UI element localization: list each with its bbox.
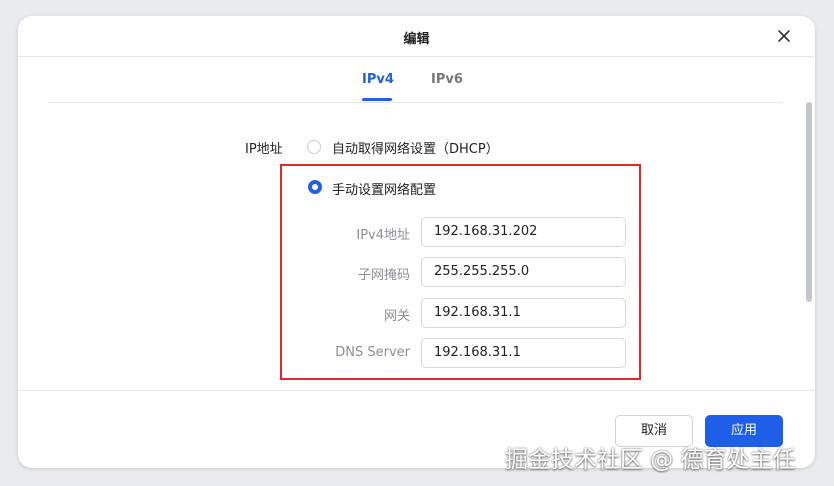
edit-dialog: 编辑 IPv4 IPv6 IP地址 自动取得网络设置（DHCP） 手动设置网络配… — [18, 16, 815, 468]
dialog-title-bar: 编辑 — [18, 16, 815, 57]
dialog-title: 编辑 — [403, 32, 430, 47]
tab-ipv6[interactable]: IPv6 — [431, 72, 463, 87]
ip-version-tabs: IPv4 IPv6 — [48, 56, 783, 103]
radio-dhcp-label[interactable]: 自动取得网络设置（DHCP） — [332, 138, 499, 157]
gateway-input[interactable]: 192.168.31.1 — [421, 298, 626, 328]
ipv4-address-input[interactable]: 192.168.31.202 — [421, 217, 626, 247]
active-tab-indicator — [362, 98, 392, 101]
ip-address-label: IP地址 — [245, 142, 283, 157]
scrollbar[interactable] — [806, 102, 812, 302]
subnet-mask-label: 子网掩码 — [357, 268, 410, 283]
subnet-mask-input[interactable]: 255.255.255.0 — [421, 257, 626, 287]
gateway-label: 网关 — [383, 309, 410, 324]
close-button[interactable] — [773, 25, 795, 47]
radio-manual[interactable] — [308, 180, 322, 194]
tab-ipv4[interactable]: IPv4 — [362, 72, 394, 87]
ipv4-address-label: IPv4地址 — [356, 228, 410, 243]
radio-manual-label[interactable]: 手动设置网络配置 — [332, 179, 436, 198]
close-icon — [778, 30, 790, 42]
watermark: 掘金技术社区 @ 德育处主任 — [505, 447, 796, 473]
radio-dhcp[interactable] — [307, 140, 321, 154]
dns-server-label: DNS Server — [335, 345, 410, 360]
dns-server-input[interactable]: 192.168.31.1 — [421, 338, 626, 368]
